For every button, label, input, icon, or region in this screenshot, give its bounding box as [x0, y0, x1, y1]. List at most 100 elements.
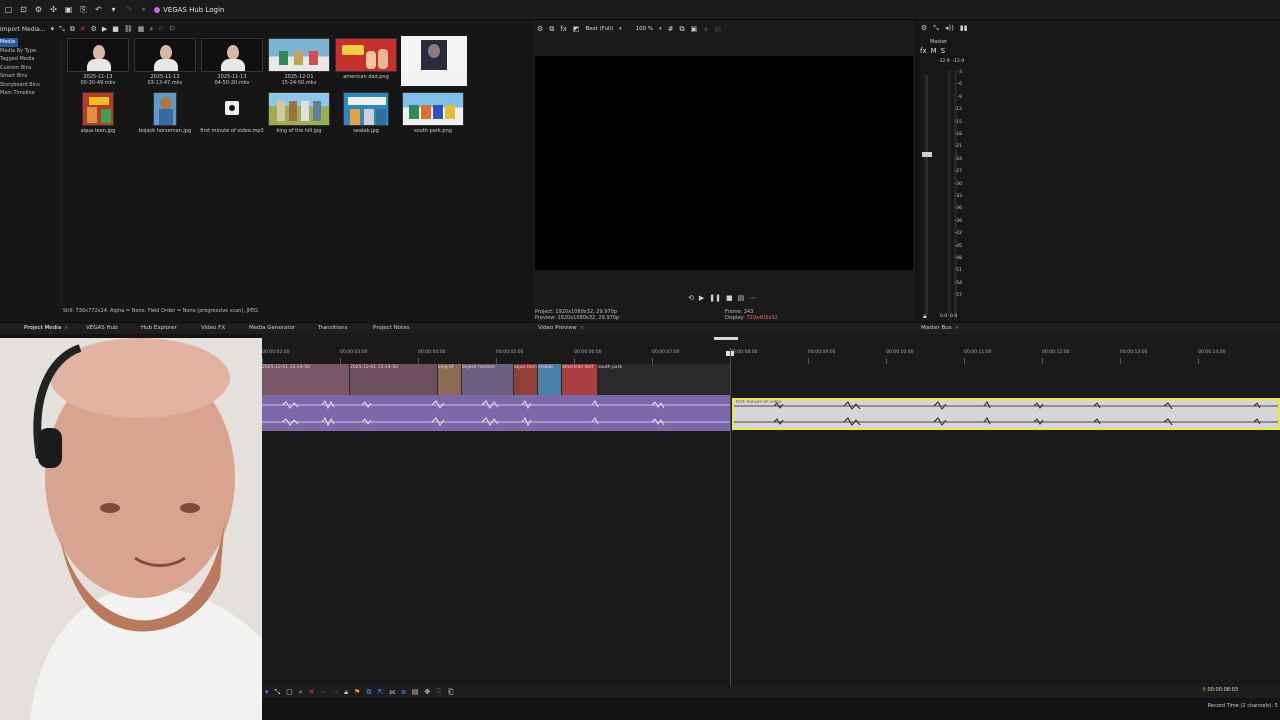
chevron-down-icon[interactable]: ▾: [619, 25, 622, 33]
media-item[interactable]: 2025-12-01 15-24-50.mkv: [267, 38, 331, 86]
solo-button[interactable]: S: [941, 47, 945, 55]
playhead-line[interactable]: [730, 348, 731, 686]
group-icon[interactable]: ▤: [412, 688, 419, 696]
media-item[interactable]: king of the hill.jpg: [267, 92, 331, 134]
ripple-icon[interactable]: ⇱: [377, 688, 383, 696]
media-item[interactable]: sealab.jpg: [334, 92, 398, 134]
audio-clip-selected[interactable]: first minute of video: [732, 398, 1280, 430]
stop-icon[interactable]: ■: [112, 25, 119, 33]
settings-icon[interactable]: ⚙: [34, 5, 43, 14]
downmix-icon[interactable]: ⤡: [933, 24, 939, 32]
tree-item-media[interactable]: Media: [0, 38, 18, 47]
get-media-icon[interactable]: ⧉: [70, 25, 75, 33]
loop-region[interactable]: [714, 337, 738, 340]
tree-item-media-by-type[interactable]: Media By Type: [0, 47, 60, 56]
properties-icon[interactable]: ⚙: [91, 25, 97, 33]
lock-icon[interactable]: 🔒︎: [344, 688, 348, 696]
import-media-button[interactable]: Import Media...: [0, 26, 46, 33]
copy-snapshot-icon[interactable]: ⧉: [680, 25, 685, 33]
normal-edit-tool-icon[interactable]: ▾: [265, 688, 269, 696]
paste-icon[interactable]: ⎗: [448, 688, 454, 696]
undo-icon[interactable]: ↶: [94, 5, 103, 14]
selection-tool-icon[interactable]: ▢: [286, 688, 293, 696]
chevron-down-icon[interactable]: ▾: [659, 25, 662, 33]
preview-screen[interactable]: [535, 56, 913, 270]
video-clip[interactable]: south park: [598, 364, 730, 395]
tree-item-smart-bins[interactable]: Smart Bins: [0, 72, 60, 81]
tree-item-custom-bins[interactable]: Custom Bins: [0, 64, 60, 73]
video-clip[interactable]: sealab: [538, 364, 562, 395]
redo-dropdown-icon[interactable]: ▾: [139, 5, 148, 14]
media-item[interactable]: first minute of video.mp3: [200, 92, 264, 134]
stop-icon[interactable]: ■: [726, 294, 733, 302]
tab-hub-explorer[interactable]: Hub Explorer: [141, 325, 177, 331]
snapping-icon[interactable]: ⧉: [366, 688, 371, 696]
media-item[interactable]: 2025-11-13 00-30-49.mkv: [66, 38, 130, 86]
redo-icon[interactable]: ↷: [124, 5, 133, 14]
tools-icon[interactable]: ✣: [49, 5, 58, 14]
mute-button[interactable]: M: [931, 47, 937, 55]
open-icon[interactable]: ⊡: [19, 5, 28, 14]
trim-icon[interactable]: ⇤: [321, 688, 327, 696]
link-icon[interactable]: ⛓: [124, 25, 133, 33]
save-snapshot-icon[interactable]: ▣: [691, 25, 698, 33]
disabled-icon[interactable]: ▤: [715, 25, 722, 33]
media-item[interactable]: aqua teen.jpg: [66, 92, 130, 134]
fx-button[interactable]: fx: [920, 47, 927, 55]
play-icon[interactable]: ▶: [102, 25, 107, 33]
undo-dropdown-icon[interactable]: ▾: [109, 5, 118, 14]
video-clip[interactable]: king of: [438, 364, 462, 395]
copy-icon[interactable]: ⎘: [436, 688, 442, 696]
master-fader-handle[interactable]: [922, 152, 932, 157]
tag-icon[interactable]: ⚐: [169, 25, 175, 33]
fx-icon[interactable]: fx: [560, 25, 567, 33]
vegas-hub-login-button[interactable]: VEGAS Hub Login: [154, 6, 224, 14]
video-track[interactable]: 2025-12-01 15-24-50 2025-12-01 15-24-50 …: [262, 364, 730, 395]
new-project-icon[interactable]: ▢: [4, 5, 13, 14]
disabled-icon[interactable]: ◈: [703, 25, 708, 33]
video-clip[interactable]: 2025-12-01 15-24-50: [350, 364, 438, 395]
preview-quality-select[interactable]: Best (Full): [586, 26, 614, 32]
tree-item-storyboard-bins[interactable]: Storyboard Bins: [0, 81, 60, 90]
video-clip[interactable]: american dad: [562, 364, 598, 395]
auto-crossfade-icon[interactable]: ⧈: [401, 688, 405, 696]
tab-media-generator[interactable]: Media Generator: [249, 325, 295, 331]
save-icon[interactable]: ▣: [64, 5, 73, 14]
marker-icon[interactable]: ⚑: [354, 688, 360, 696]
media-item[interactable]: bojack horseman.jpg: [133, 92, 197, 134]
video-clip[interactable]: bojack horsem: [462, 364, 514, 395]
search-icon[interactable]: ⌕: [149, 25, 153, 33]
views-icon[interactable]: ▦: [138, 25, 145, 33]
envelope-tool-icon[interactable]: ⤡: [275, 688, 281, 696]
tab-vegas-hub[interactable]: VEGAS Hub: [86, 325, 118, 331]
media-item[interactable]: 2025-11-13 03-13-47.mkv: [133, 38, 197, 86]
more-icon[interactable]: ⋯: [749, 294, 756, 302]
preview-zoom-select[interactable]: 100 %: [636, 26, 653, 32]
event-pan-crop-icon[interactable]: ✥: [424, 688, 430, 696]
tab-master-bus[interactable]: Master Bus ⨯: [921, 325, 959, 331]
capture-icon[interactable]: ⤡: [59, 25, 65, 33]
lock-icon[interactable]: 🔒︎: [923, 312, 927, 320]
split-icon[interactable]: ⇥: [332, 688, 338, 696]
remove-icon[interactable]: ✕: [80, 25, 86, 33]
speaker-icon[interactable]: ◂)): [945, 24, 954, 32]
external-monitor-icon[interactable]: ⧉: [549, 25, 554, 33]
media-item[interactable]: american dad.png: [334, 38, 398, 80]
tab-video-preview[interactable]: Video Preview ⨯: [538, 325, 584, 331]
media-item[interactable]: south park.png: [401, 92, 465, 134]
tab-project-notes[interactable]: Project Notes: [373, 325, 409, 331]
video-clip[interactable]: aqua teen: [514, 364, 538, 395]
media-item-selected[interactable]: [401, 36, 467, 86]
tab-transitions[interactable]: Transitions: [318, 325, 347, 331]
overlays-grid-icon[interactable]: #: [668, 25, 674, 33]
tree-item-tagged-media[interactable]: Tagged Media: [0, 55, 60, 64]
video-clip[interactable]: 2025-12-01 15-24-50: [262, 364, 350, 395]
back-icon[interactable]: ↶: [158, 25, 164, 33]
dropdown-icon[interactable]: ▾: [51, 25, 55, 33]
audio-track[interactable]: [262, 395, 730, 431]
media-item[interactable]: 2025-11-13 04-50-20.mkv: [200, 38, 264, 86]
gear-icon[interactable]: ⚙: [921, 24, 927, 32]
crossfade-icon[interactable]: ⟗: [389, 688, 395, 696]
zoom-tool-icon[interactable]: ⌕: [299, 688, 303, 696]
time-ruler[interactable]: 00:00:02:00 00:00:03:00 00:00:04:00 00:00:0…: [262, 350, 1280, 364]
